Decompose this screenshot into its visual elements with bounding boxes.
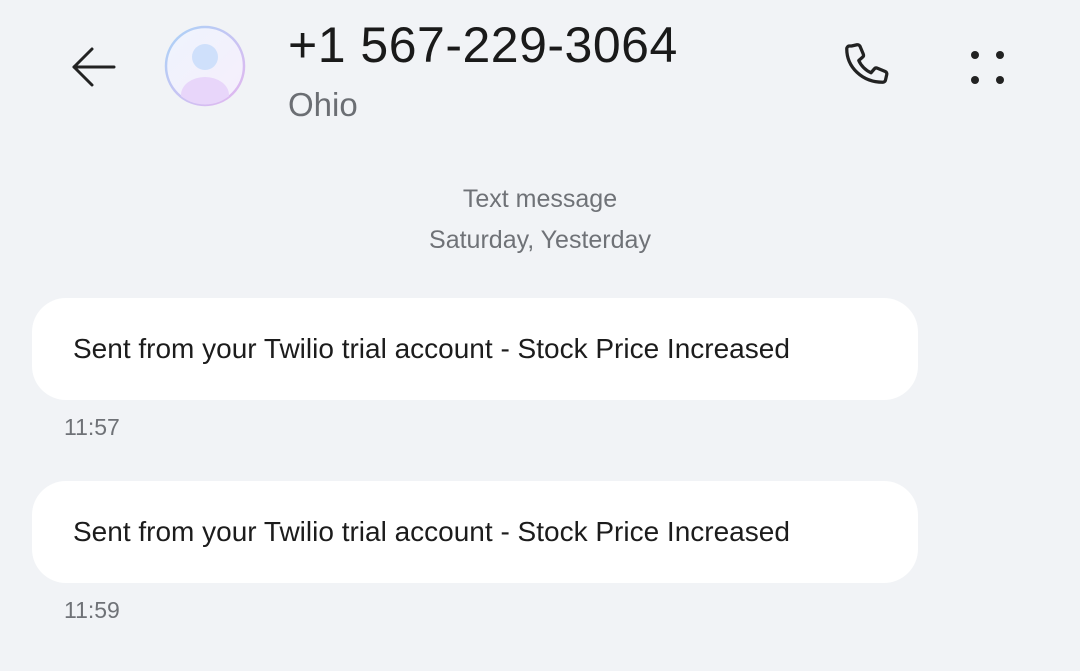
message-bubble[interactable]: Sent from your Twilio trial account - St… [32,481,918,583]
contact-location: Ohio [288,86,358,123]
more-options-button[interactable] [958,38,1018,98]
message-bubble[interactable]: Sent from your Twilio trial account - St… [32,298,918,400]
message-type-label: Text message [462,185,618,213]
contact-number: +1 567-229-3064 [288,17,678,73]
conversation-date: Saturday, Yesterday [429,226,651,254]
phone-icon [845,43,889,84]
person-icon [164,25,246,107]
message-time: 11:59 [64,597,120,623]
message-text: Sent from your Twilio trial account - St… [73,516,790,547]
more-dots-icon [971,51,1004,84]
conversation-header: +1 567-229-3064 Ohio [0,0,1080,140]
message-time: 11:57 [64,414,120,440]
message-text: Sent from your Twilio trial account - St… [73,333,790,364]
contact-avatar[interactable] [164,25,246,107]
arrow-left-icon [72,47,116,87]
call-button[interactable] [832,36,898,102]
back-button[interactable] [62,36,124,98]
